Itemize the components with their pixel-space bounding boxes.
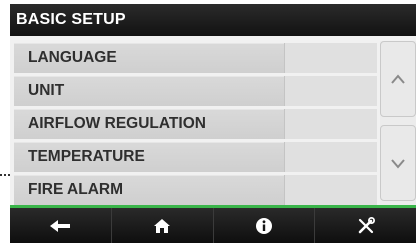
scroll-up-button[interactable] xyxy=(380,41,416,117)
menu-item-label: LANGUAGE xyxy=(28,49,117,66)
back-button[interactable] xyxy=(10,208,112,243)
home-button[interactable] xyxy=(112,208,214,243)
chevron-down-icon xyxy=(391,159,405,169)
menu-item-airflow-regulation[interactable]: AIRFLOW REGULATION xyxy=(14,109,377,139)
menu-item-value-cell xyxy=(284,76,377,106)
settings-list: LANGUAGE UNIT AIRFLOW REGULATION TEMPERA… xyxy=(14,43,377,208)
dotted-guide xyxy=(0,174,10,176)
chevron-up-icon xyxy=(391,74,405,84)
home-icon xyxy=(154,218,171,233)
menu-item-fire-alarm[interactable]: FIRE ALARM xyxy=(14,175,377,205)
back-arrow-icon xyxy=(50,219,71,232)
menu-item-value-cell xyxy=(284,109,377,139)
menu-item-label: TEMPERATURE xyxy=(28,148,145,165)
screen: BASIC SETUP LANGUAGE UNIT AIRFLOW REGULA… xyxy=(10,4,416,243)
menu-item-label: FIRE ALARM xyxy=(28,181,123,198)
menu-item-language[interactable]: LANGUAGE xyxy=(14,43,377,73)
menu-item-value-cell xyxy=(284,142,377,172)
menu-item-label: AIRFLOW REGULATION xyxy=(28,115,206,132)
scroll-column xyxy=(380,41,416,206)
menu-item-temperature[interactable]: TEMPERATURE xyxy=(14,142,377,172)
menu-item-value-cell xyxy=(284,175,377,205)
bottom-navbar xyxy=(10,208,416,243)
info-icon xyxy=(255,217,272,234)
menu-item-label: UNIT xyxy=(28,82,65,99)
menu-item-unit[interactable]: UNIT xyxy=(14,76,377,106)
scroll-down-button[interactable] xyxy=(380,125,416,201)
tools-button[interactable] xyxy=(315,208,416,243)
menu-item-value-cell xyxy=(284,43,377,73)
tools-icon xyxy=(358,216,375,233)
info-button[interactable] xyxy=(214,208,316,243)
page-title: BASIC SETUP xyxy=(10,4,416,36)
